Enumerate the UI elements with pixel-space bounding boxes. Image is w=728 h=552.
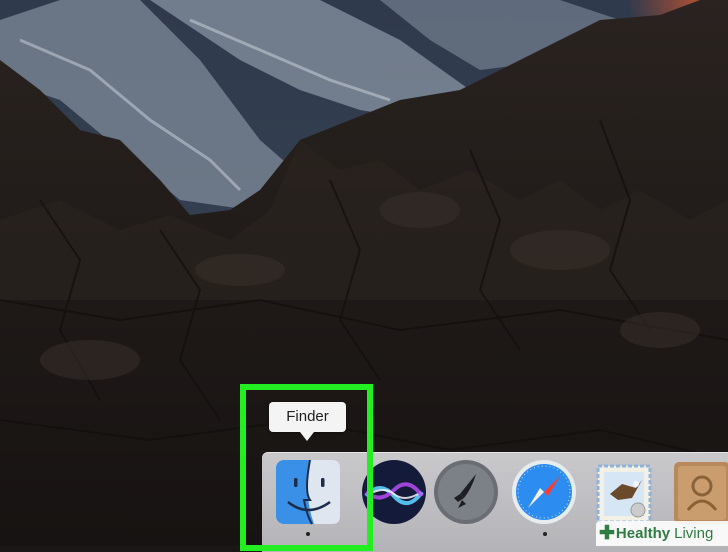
dock-item-mail[interactable] xyxy=(592,458,660,526)
plus-icon: ✚ xyxy=(599,522,615,544)
tooltip-arrow xyxy=(300,432,314,441)
watermark-brand-light: Living xyxy=(674,525,714,542)
healthy-living-watermark: ✚ Healthy Living xyxy=(596,521,728,546)
contacts-icon xyxy=(674,462,728,524)
dock-item-safari[interactable] xyxy=(510,458,578,526)
dock-tooltip: Finder xyxy=(269,402,346,432)
launchpad-icon xyxy=(434,460,498,524)
mail-icon xyxy=(596,464,652,524)
dock-item-launchpad[interactable] xyxy=(432,458,500,526)
safari-icon xyxy=(512,460,576,524)
dock-item-contacts[interactable] xyxy=(668,458,728,526)
watermark-brand-bold: Healthy xyxy=(615,525,671,542)
safari-running-indicator xyxy=(543,532,547,536)
